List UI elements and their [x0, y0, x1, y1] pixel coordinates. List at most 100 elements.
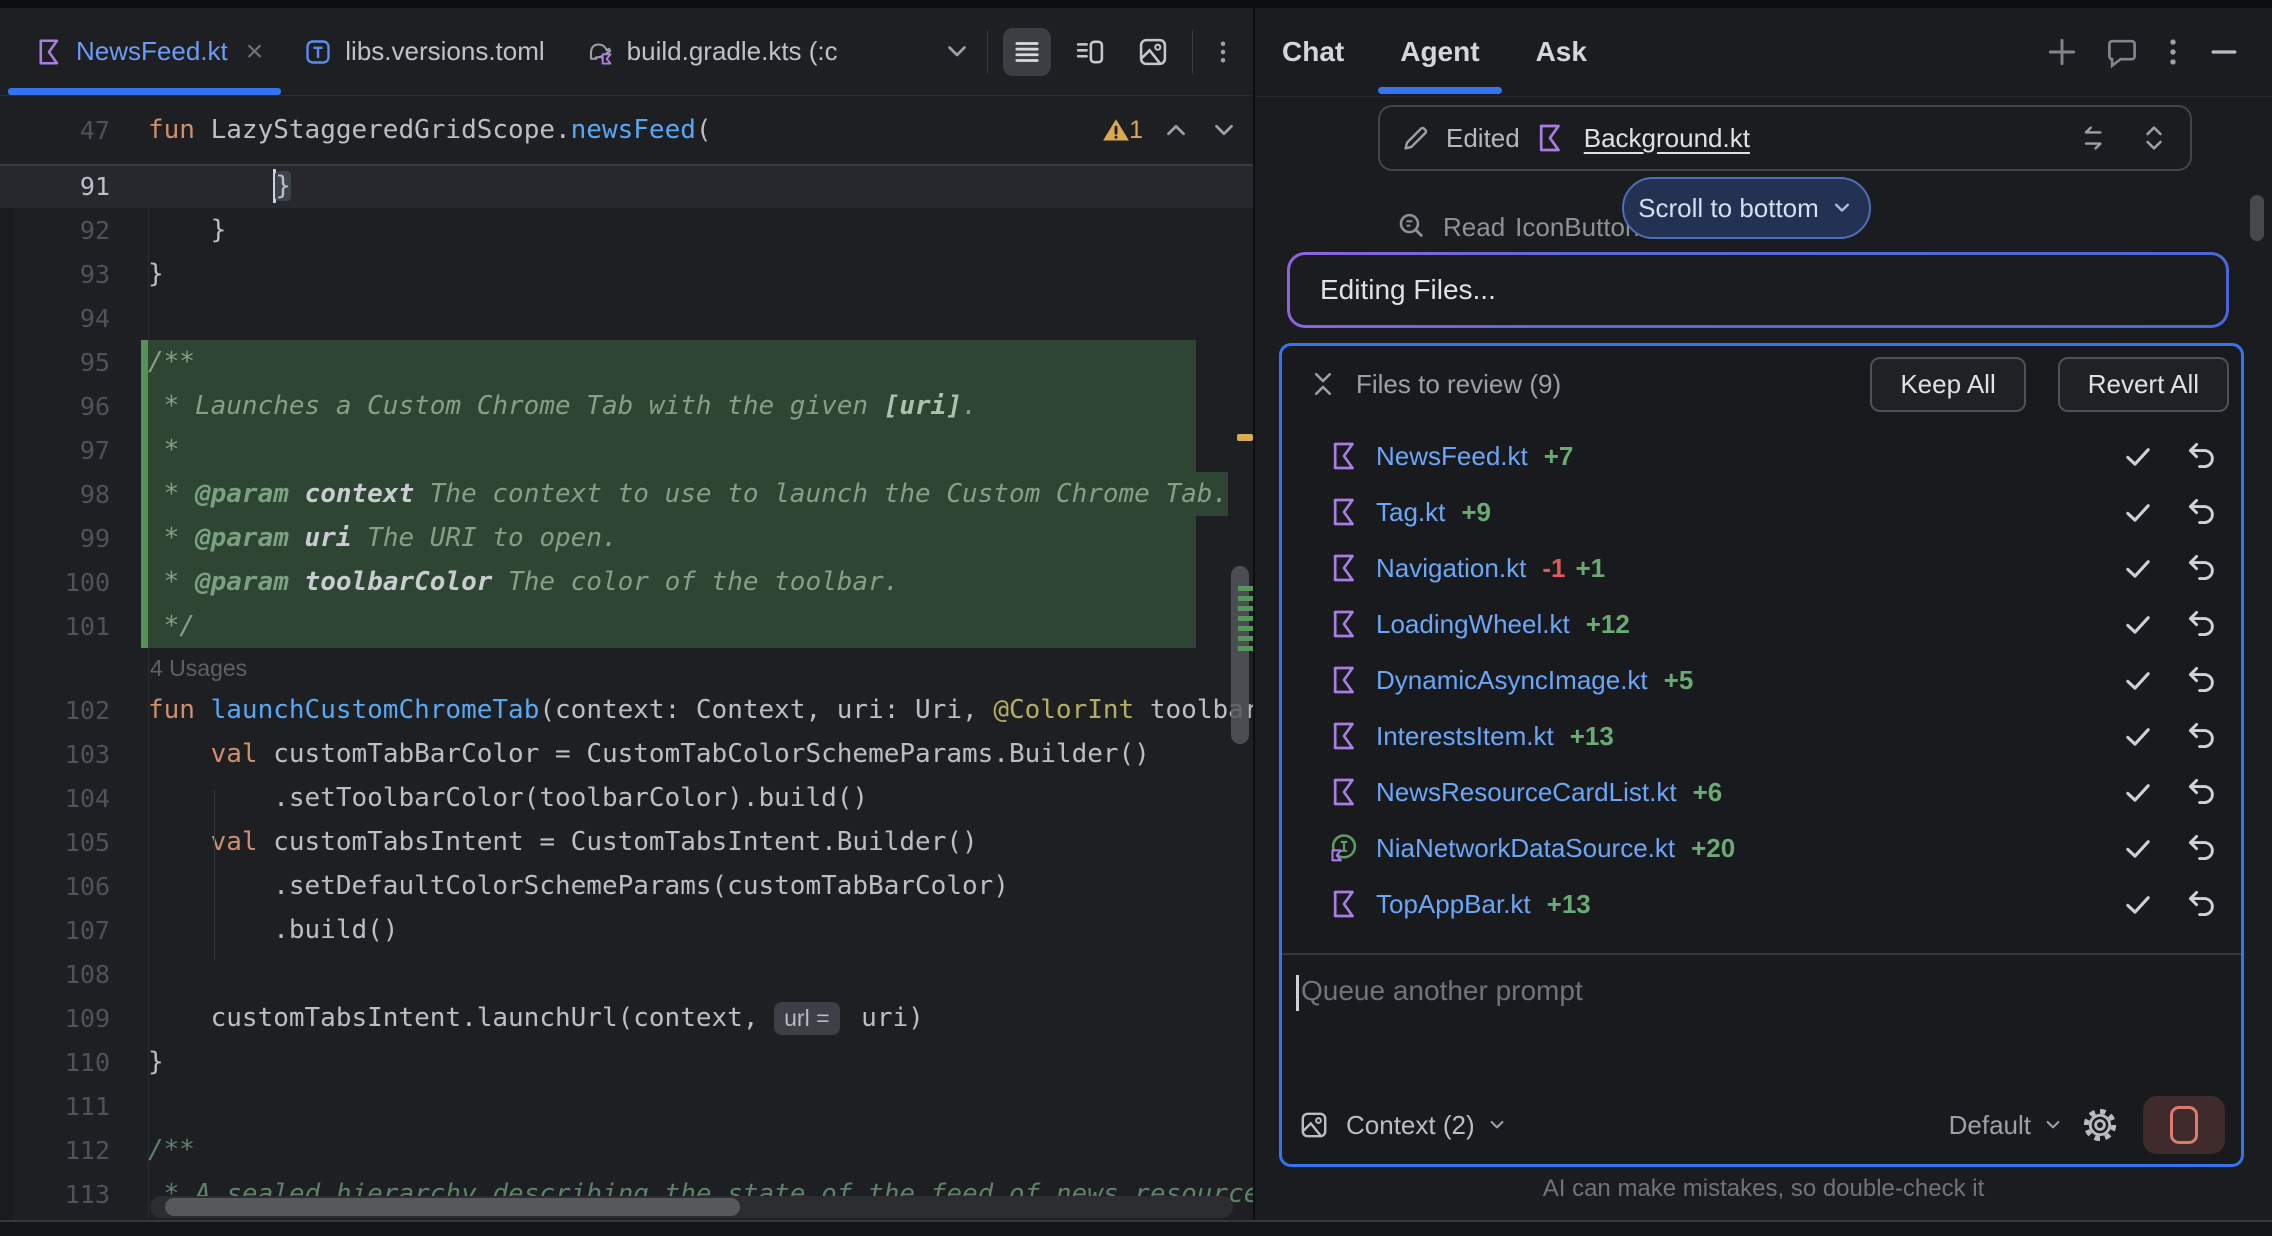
more-options-icon[interactable] — [2164, 34, 2182, 70]
warning-indicator[interactable]: 1 — [1101, 115, 1143, 145]
new-chat-icon[interactable] — [2044, 34, 2080, 70]
line-number[interactable]: 95 — [0, 340, 148, 384]
line-number[interactable]: 102 — [0, 688, 148, 732]
tab-agent[interactable]: Agent — [1400, 8, 1479, 96]
show-diff-icon[interactable] — [2074, 122, 2106, 154]
accept-file-button[interactable] — [2121, 551, 2155, 585]
prev-warning-icon[interactable] — [1161, 115, 1191, 145]
collapse-icon[interactable] — [1308, 369, 1338, 399]
accept-file-button[interactable] — [2121, 495, 2155, 529]
next-warning-icon[interactable] — [1209, 115, 1239, 145]
expand-card-icon[interactable] — [2138, 122, 2170, 154]
revert-file-button[interactable] — [2185, 551, 2219, 585]
context-dropdown[interactable]: Context (2) — [1346, 1110, 1509, 1141]
accept-file-button[interactable] — [2121, 439, 2155, 473]
review-file-row[interactable]: DynamicAsyncImage.kt+5 — [1282, 652, 2241, 708]
line-number[interactable]: 105 — [0, 820, 148, 864]
line-number[interactable]: 113 — [0, 1172, 148, 1216]
line-number[interactable]: 99 — [0, 516, 148, 560]
line-number[interactable]: 91 — [0, 164, 148, 208]
line-number[interactable]: 93 — [0, 252, 148, 296]
horizontal-scrollbar-thumb[interactable] — [165, 1198, 740, 1216]
scrollbar-added-lines-mark[interactable] — [1238, 586, 1253, 654]
settings-gear-icon[interactable] — [2081, 1106, 2119, 1144]
accept-file-button[interactable] — [2121, 887, 2155, 921]
file-link[interactable]: NiaNetworkDataSource.kt — [1376, 833, 1675, 864]
review-file-row[interactable]: TopAppBar.kt+13 — [1282, 876, 2241, 932]
line-number[interactable]: 108 — [0, 952, 148, 996]
revert-file-button[interactable] — [2185, 607, 2219, 641]
review-file-row[interactable]: Navigation.kt-1+1 — [1282, 540, 2241, 596]
stop-button[interactable] — [2143, 1096, 2225, 1154]
line-number[interactable]: 112 — [0, 1128, 148, 1172]
accept-file-button[interactable] — [2121, 719, 2155, 753]
line-number[interactable]: 106 — [0, 864, 148, 908]
scroll-to-bottom-button[interactable]: Scroll to bottom — [1622, 177, 1871, 239]
accept-file-button[interactable] — [2121, 831, 2155, 865]
file-link[interactable]: NewsResourceCardList.kt — [1376, 777, 1677, 808]
line-number[interactable]: 97 — [0, 428, 148, 472]
editor-tab-newsfeed-kt[interactable]: NewsFeed.kt× — [20, 8, 277, 95]
file-link[interactable]: NewsFeed.kt — [1376, 441, 1528, 472]
revert-file-button[interactable] — [2185, 439, 2219, 473]
scrollbar-warning-mark[interactable] — [1237, 434, 1253, 441]
prompt-input[interactable]: Queue another prompt — [1282, 955, 2241, 1103]
pinned-line[interactable]: 47 fun LazyStaggeredGridScope.newsFeed( … — [0, 96, 1253, 166]
model-dropdown[interactable]: Default — [1949, 1110, 2065, 1141]
review-file-row[interactable]: InterestsItem.kt+13 — [1282, 708, 2241, 764]
editor-tab-libs-versions-toml[interactable]: libs.versions.toml — [289, 8, 558, 95]
editor-horizontal-scrollbar[interactable] — [150, 1196, 1233, 1218]
line-number[interactable]: 92 — [0, 208, 148, 252]
file-link[interactable]: Navigation.kt — [1376, 553, 1526, 584]
close-tab-icon[interactable]: × — [246, 37, 264, 67]
revert-file-button[interactable] — [2185, 495, 2219, 529]
revert-file-button[interactable] — [2185, 719, 2219, 753]
usages-inlay-hint[interactable]: 4 Usages — [0, 648, 1253, 688]
chevron-down-icon[interactable] — [942, 37, 972, 67]
file-link[interactable]: DynamicAsyncImage.kt — [1376, 665, 1648, 696]
accept-file-button[interactable] — [2121, 775, 2155, 809]
file-link[interactable]: TopAppBar.kt — [1376, 889, 1531, 920]
revert-file-button[interactable] — [2185, 663, 2219, 697]
line-number[interactable]: 94 — [0, 296, 148, 340]
revert-file-button[interactable] — [2185, 831, 2219, 865]
review-file-row[interactable]: NiaNetworkDataSource.kt+20 — [1282, 820, 2241, 876]
more-options-icon[interactable] — [1208, 37, 1238, 67]
view-mode-split-button[interactable] — [1066, 28, 1114, 76]
chat-scrollbar[interactable] — [2250, 195, 2264, 241]
review-file-row[interactable]: Tag.kt+9 — [1282, 484, 2241, 540]
view-mode-preview-button[interactable] — [1129, 28, 1177, 76]
keep-all-button[interactable]: Keep All — [1870, 357, 2025, 412]
accept-file-button[interactable] — [2121, 607, 2155, 641]
revert-file-button[interactable] — [2185, 775, 2219, 809]
file-link[interactable]: Tag.kt — [1376, 497, 1445, 528]
line-number[interactable]: 98 — [0, 472, 148, 516]
view-mode-text-button[interactable] — [1003, 28, 1051, 76]
chat-history-icon[interactable] — [2104, 34, 2140, 70]
hide-panel-icon[interactable] — [2206, 34, 2242, 70]
line-number[interactable]: 104 — [0, 776, 148, 820]
line-number[interactable]: 111 — [0, 1084, 148, 1128]
line-number[interactable]: 109 — [0, 996, 148, 1040]
attach-image-icon[interactable] — [1298, 1109, 1330, 1141]
review-file-row[interactable]: NewsResourceCardList.kt+6 — [1282, 764, 2241, 820]
review-file-row[interactable]: LoadingWheel.kt+12 — [1282, 596, 2241, 652]
revert-all-button[interactable]: Revert All — [2058, 357, 2229, 412]
review-file-row[interactable]: NewsFeed.kt+7 — [1282, 428, 2241, 484]
line-number[interactable]: 96 — [0, 384, 148, 428]
tab-chat[interactable]: Chat — [1282, 8, 1344, 96]
line-number[interactable]: 107 — [0, 908, 148, 952]
tab-ask[interactable]: Ask — [1536, 8, 1587, 96]
line-number[interactable]: 110 — [0, 1040, 148, 1084]
file-link[interactable]: InterestsItem.kt — [1376, 721, 1554, 752]
code-editor[interactable]: 91 }92 }93}9495/**96 * Launches a Custom… — [0, 164, 1253, 1216]
accept-file-button[interactable] — [2121, 663, 2155, 697]
revert-file-button[interactable] — [2185, 887, 2219, 921]
line-number[interactable]: 100 — [0, 560, 148, 604]
edited-file-card[interactable]: Edited Background.kt — [1378, 105, 2192, 171]
card-file-link[interactable]: Background.kt — [1584, 123, 1750, 154]
line-number[interactable]: 103 — [0, 732, 148, 776]
file-link[interactable]: LoadingWheel.kt — [1376, 609, 1570, 640]
line-number[interactable]: 101 — [0, 604, 148, 648]
editor-tab-build-gradle-kts-c[interactable]: build.gradle.kts (:c — [571, 8, 852, 95]
